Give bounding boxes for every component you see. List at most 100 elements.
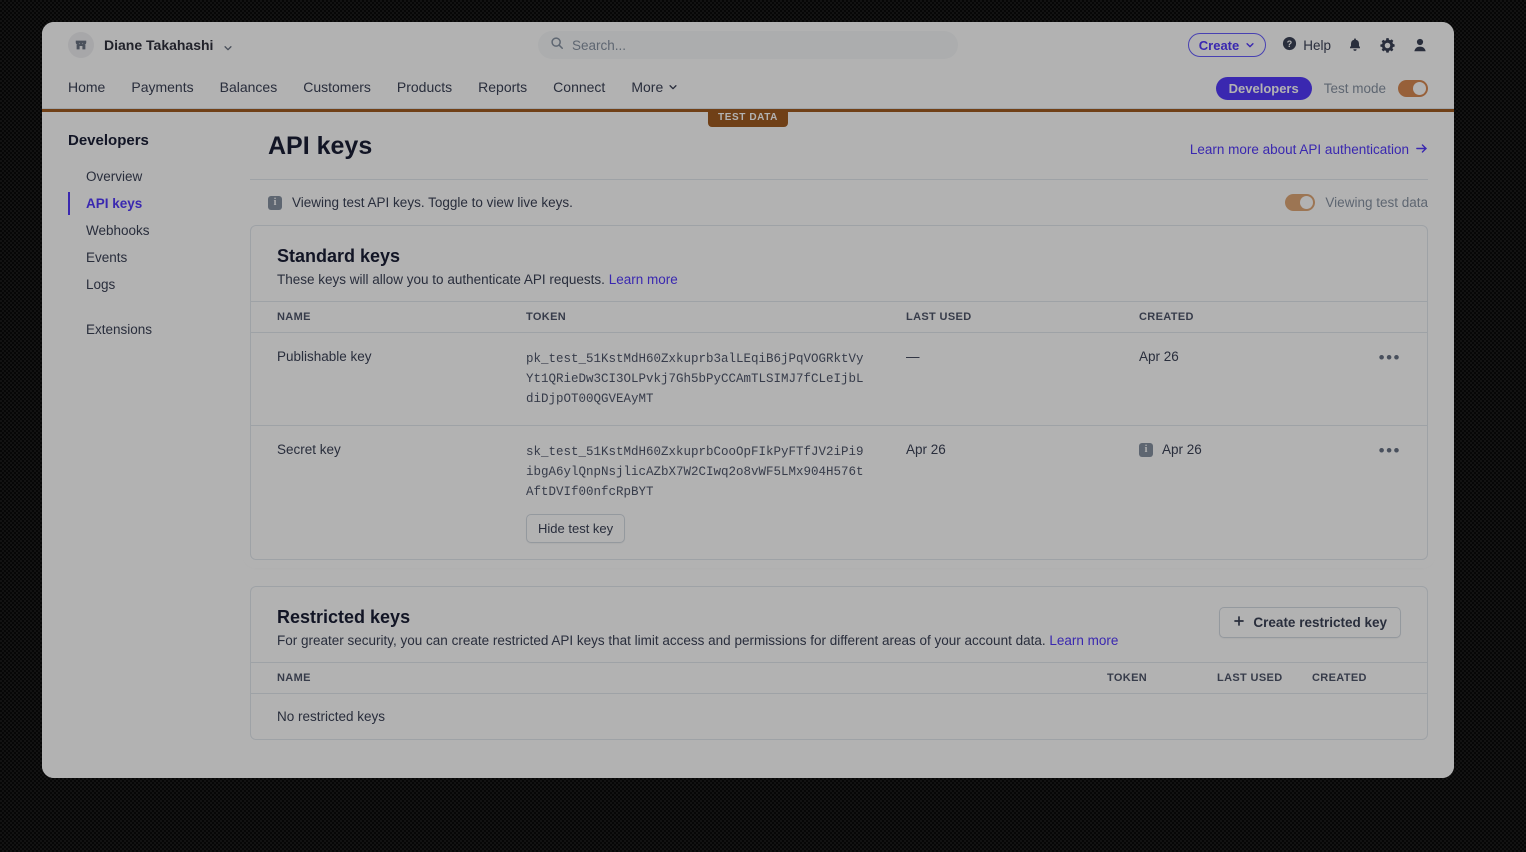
notice-toggle-group: Viewing test data (1285, 194, 1428, 211)
table-row: Publishable key pk_test_51KstMdH60Zxkupr… (251, 332, 1427, 426)
viewing-test-data-label: Viewing test data (1325, 195, 1428, 210)
plus-icon (1233, 615, 1245, 630)
restricted-keys-subtitle: For greater security, you can create res… (277, 633, 1118, 648)
restricted-keys-subtitle-text: For greater security, you can create res… (277, 633, 1046, 648)
nav-item-connect[interactable]: Connect (553, 79, 605, 97)
api-authentication-link[interactable]: Learn more about API authentication (1190, 142, 1428, 158)
developers-pill[interactable]: Developers (1215, 76, 1312, 100)
create-restricted-key-button[interactable]: Create restricted key (1219, 607, 1401, 638)
nav-items: Home Payments Balances Customers Product… (68, 79, 678, 97)
sidebar-item-api-keys[interactable]: API keys (68, 190, 240, 217)
nav-item-products[interactable]: Products (397, 79, 452, 97)
sidebar-item-overview[interactable]: Overview (68, 163, 240, 190)
notice-text: Viewing test API keys. Toggle to view li… (292, 195, 573, 210)
overflow-menu-icon[interactable]: ••• (1379, 441, 1401, 460)
help-label: Help (1303, 37, 1331, 53)
column-header-last-used: LAST USED (1217, 662, 1312, 694)
nav-item-reports[interactable]: Reports (478, 79, 527, 97)
create-restricted-key-label: Create restricted key (1253, 615, 1387, 630)
key-token[interactable]: sk_test_51KstMdH60ZxkuprbCooOpFIkPyFTfJV… (526, 442, 866, 502)
sidebar-item-extensions[interactable]: Extensions (68, 316, 240, 343)
empty-state-row: No restricted keys (251, 694, 1427, 740)
info-icon: i (268, 195, 282, 210)
gear-icon[interactable] (1379, 37, 1396, 54)
key-token-cell: sk_test_51KstMdH60ZxkuprbCooOpFIkPyFTfJV… (526, 426, 906, 560)
nav-item-payments[interactable]: Payments (131, 79, 193, 97)
key-created-cell: Apr 26 (1139, 332, 1369, 426)
row-actions-cell: ••• (1369, 426, 1427, 560)
search-input[interactable] (572, 37, 946, 53)
sidebar-divider (68, 298, 240, 316)
nav-label: Balances (219, 79, 278, 95)
page-body: Developers Overview API keys Webhooks Ev… (42, 112, 1454, 778)
standard-keys-subtitle: These keys will allow you to authenticat… (277, 272, 1401, 287)
key-name: Secret key (277, 442, 341, 457)
account-name: Diane Takahashi (104, 37, 214, 53)
nav-label: Home (68, 79, 106, 95)
sidebar-list: Overview API keys Webhooks Events Logs E… (68, 163, 240, 343)
restricted-keys-table: NAME TOKEN LAST USED CREATED No restrict… (251, 662, 1427, 739)
nav-label: Reports (478, 79, 528, 95)
nav-label: More (631, 79, 664, 95)
sidebar-item-events[interactable]: Events (68, 244, 240, 271)
restricted-keys-header-row: NAME TOKEN LAST USED CREATED (251, 662, 1427, 694)
column-header-name: NAME (251, 662, 1107, 694)
nav-label: Payments (131, 79, 194, 95)
row-actions-cell: ••• (1369, 332, 1427, 426)
developers-sidebar: Developers Overview API keys Webhooks Ev… (42, 112, 240, 778)
create-button[interactable]: Create (1187, 33, 1267, 57)
card-spacer (250, 560, 1428, 586)
nav-item-customers[interactable]: Customers (303, 79, 371, 97)
nav-item-balances[interactable]: Balances (220, 79, 278, 97)
question-circle-icon: ? (1282, 36, 1297, 54)
arrow-right-icon (1415, 142, 1428, 158)
store-icon (68, 32, 94, 58)
key-token[interactable]: pk_test_51KstMdH60Zxkuprb3alLEqiB6jPqVOG… (526, 349, 866, 409)
column-header-token: TOKEN (1107, 662, 1217, 694)
restricted-keys-header: Restricted keys For greater security, yo… (251, 587, 1427, 662)
sidebar-item-label: Events (86, 250, 128, 265)
api-authentication-link-label: Learn more about API authentication (1189, 142, 1409, 157)
restricted-keys-learn-more-link[interactable]: Learn more (1049, 633, 1118, 648)
restricted-keys-title: Restricted keys (277, 607, 411, 627)
nav-item-home[interactable]: Home (68, 79, 105, 97)
sidebar-item-label: API keys (86, 196, 143, 211)
test-keys-notice: i Viewing test API keys. Toggle to view … (250, 179, 1428, 225)
sidebar-item-label: Logs (86, 277, 116, 292)
key-last-used: Apr 26 (906, 442, 946, 457)
key-token-cell: pk_test_51KstMdH60Zxkuprb3alLEqiB6jPqVOG… (526, 332, 906, 426)
key-created: Apr 26 (1162, 442, 1202, 457)
user-icon[interactable] (1412, 37, 1428, 53)
key-name: Publishable key (251, 332, 526, 426)
hide-test-key-button[interactable]: Hide test key (526, 514, 626, 543)
test-data-badge: TEST DATA (707, 109, 789, 127)
created-info-icon[interactable]: i (1139, 442, 1153, 457)
chevron-down-icon (668, 79, 678, 95)
standard-keys-title: Standard keys (277, 246, 401, 266)
viewing-test-data-toggle[interactable] (1285, 194, 1316, 211)
sidebar-item-webhooks[interactable]: Webhooks (68, 217, 240, 244)
standard-keys-learn-more-link[interactable]: Learn more (609, 272, 678, 287)
search-bar[interactable] (538, 31, 958, 59)
empty-state-message: No restricted keys (277, 709, 386, 724)
bell-icon[interactable] (1347, 37, 1363, 53)
nav-item-more[interactable]: More (631, 79, 678, 97)
nav-label: Products (396, 79, 453, 95)
overflow-menu-icon[interactable]: ••• (1379, 348, 1401, 367)
account-switcher[interactable]: Diane Takahashi (68, 32, 233, 58)
sidebar-item-logs[interactable]: Logs (68, 271, 240, 298)
sidebar-item-label: Overview (86, 169, 143, 184)
standard-keys-card: Standard keys These keys will allow you … (250, 225, 1428, 560)
standard-keys-subtitle-text: These keys will allow you to authenticat… (277, 272, 605, 287)
page-content: API keys Learn more about API authentica… (240, 112, 1454, 778)
nav-right: Developers Test mode (1215, 76, 1428, 100)
test-mode-stripe: TEST DATA (42, 109, 1454, 127)
help-button[interactable]: ? Help (1282, 36, 1331, 54)
table-row: Secret key sk_test_51KstMdH60ZxkuprbCooO… (251, 426, 1427, 560)
sidebar-item-label: Extensions (86, 322, 153, 337)
sidebar-title: Developers (68, 132, 149, 149)
key-created: Apr 26 (1139, 349, 1179, 364)
test-mode-toggle[interactable] (1398, 79, 1428, 97)
page-header: API keys Learn more about API authentica… (250, 128, 1428, 179)
top-bar: Diane Takahashi Create ? Help (42, 22, 1454, 68)
